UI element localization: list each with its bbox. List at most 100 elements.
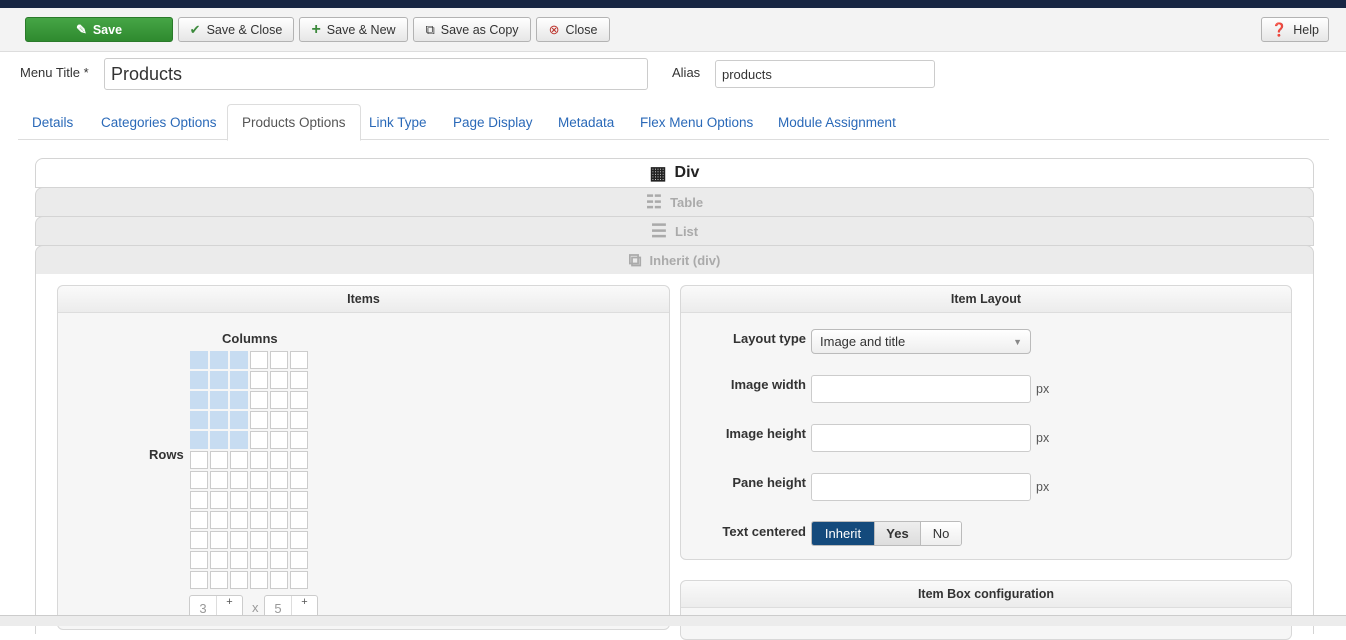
save-close-button[interactable]: ✔ Save & Close <box>178 17 294 42</box>
option-yes[interactable]: Yes <box>874 522 920 545</box>
help-button[interactable]: ❓ Help <box>1261 17 1329 42</box>
tab-details[interactable]: Details <box>18 104 87 140</box>
text-centered-toggle: Inherit Yes No <box>811 521 962 546</box>
grid-cell[interactable] <box>290 571 308 589</box>
option-inherit[interactable]: Inherit <box>812 522 874 545</box>
image-width-input[interactable] <box>811 375 1031 403</box>
layout-div-option[interactable]: ▦ Div <box>35 158 1314 188</box>
grid-cell[interactable] <box>250 511 268 529</box>
grid-cell[interactable] <box>290 371 308 389</box>
grid-cell[interactable] <box>210 491 228 509</box>
grid-cell[interactable] <box>230 451 248 469</box>
tab-module-assignment[interactable]: Module Assignment <box>764 104 910 140</box>
grid-cell[interactable] <box>230 391 248 409</box>
grid-cell[interactable] <box>290 551 308 569</box>
grid-cell[interactable] <box>250 391 268 409</box>
grid-cell[interactable] <box>210 471 228 489</box>
grid-cell[interactable] <box>270 411 288 429</box>
grid-cell[interactable] <box>270 431 288 449</box>
grid-cell[interactable] <box>210 551 228 569</box>
grid-cell[interactable] <box>210 511 228 529</box>
grid-cell[interactable] <box>230 351 248 369</box>
grid-cell[interactable] <box>230 471 248 489</box>
tab-flex-menu-options[interactable]: Flex Menu Options <box>626 104 767 140</box>
grid-cell[interactable] <box>270 371 288 389</box>
grid-cell[interactable] <box>210 351 228 369</box>
grid-cell[interactable] <box>230 431 248 449</box>
tab-metadata[interactable]: Metadata <box>544 104 628 140</box>
grid-cell[interactable] <box>190 411 208 429</box>
grid-cell[interactable] <box>250 471 268 489</box>
grid-cell[interactable] <box>210 431 228 449</box>
grid-cell[interactable] <box>250 571 268 589</box>
grid-cell[interactable] <box>270 471 288 489</box>
grid-cell[interactable] <box>230 511 248 529</box>
grid-cell[interactable] <box>210 371 228 389</box>
grid-cell[interactable] <box>250 371 268 389</box>
grid-cell[interactable] <box>270 391 288 409</box>
grid-cell[interactable] <box>270 511 288 529</box>
grid-cell[interactable] <box>190 491 208 509</box>
grid-cell[interactable] <box>230 371 248 389</box>
grid-cell[interactable] <box>270 531 288 549</box>
layout-table-option[interactable]: ☷ Table <box>35 187 1314 217</box>
grid-cell[interactable] <box>270 551 288 569</box>
grid-cell[interactable] <box>250 431 268 449</box>
grid-cell[interactable] <box>230 571 248 589</box>
grid-cell[interactable] <box>290 511 308 529</box>
layout-inherit-option[interactable]: ⧉ Inherit (div) <box>35 245 1314 275</box>
save-new-button[interactable]: + Save & New <box>299 17 408 42</box>
tab-products-options[interactable]: Products Options <box>227 104 361 141</box>
grid-cell[interactable] <box>230 531 248 549</box>
grid-cell[interactable] <box>270 451 288 469</box>
close-button[interactable]: ⊗ Close <box>536 17 610 42</box>
grid-cell[interactable] <box>270 571 288 589</box>
menu-title-input[interactable]: Products <box>104 58 648 90</box>
grid-cell[interactable] <box>190 431 208 449</box>
save-copy-button[interactable]: ⧉ Save as Copy <box>413 17 531 42</box>
layout-list-option[interactable]: ☰ List <box>35 216 1314 246</box>
alias-input[interactable]: products <box>715 60 935 88</box>
tab-categories-options[interactable]: Categories Options <box>87 104 231 140</box>
save-button[interactable]: ✎ Save <box>25 17 173 42</box>
grid-cell[interactable] <box>190 471 208 489</box>
grid-cell[interactable] <box>270 491 288 509</box>
grid-cell[interactable] <box>290 411 308 429</box>
grid-cell[interactable] <box>250 411 268 429</box>
grid-cell[interactable] <box>250 551 268 569</box>
option-no[interactable]: No <box>920 522 961 545</box>
grid-cell[interactable] <box>190 551 208 569</box>
grid-cell[interactable] <box>290 491 308 509</box>
tab-page-display[interactable]: Page Display <box>439 104 547 140</box>
grid-cell[interactable] <box>190 571 208 589</box>
grid-cell[interactable] <box>210 451 228 469</box>
grid-cell[interactable] <box>290 451 308 469</box>
grid-cell[interactable] <box>190 511 208 529</box>
grid-cell[interactable] <box>190 351 208 369</box>
grid-cell[interactable] <box>190 391 208 409</box>
grid-cell[interactable] <box>190 531 208 549</box>
grid-cell[interactable] <box>190 371 208 389</box>
grid-cell[interactable] <box>290 391 308 409</box>
grid-cell[interactable] <box>230 491 248 509</box>
tab-link-type[interactable]: Link Type <box>355 104 441 140</box>
grid-cell[interactable] <box>210 531 228 549</box>
grid-cell[interactable] <box>290 531 308 549</box>
grid-cell[interactable] <box>190 451 208 469</box>
grid-cell[interactable] <box>210 411 228 429</box>
layout-type-select[interactable]: Image and title ▼ <box>811 329 1031 354</box>
image-height-input[interactable] <box>811 424 1031 452</box>
grid-cell[interactable] <box>290 471 308 489</box>
pane-height-input[interactable] <box>811 473 1031 501</box>
grid-cell[interactable] <box>230 411 248 429</box>
grid-cell[interactable] <box>230 551 248 569</box>
grid-cell[interactable] <box>250 531 268 549</box>
grid-cell[interactable] <box>290 351 308 369</box>
grid-cell[interactable] <box>250 351 268 369</box>
grid-cell[interactable] <box>250 451 268 469</box>
grid-cell[interactable] <box>250 491 268 509</box>
grid-cell[interactable] <box>210 571 228 589</box>
grid-cell[interactable] <box>270 351 288 369</box>
grid-cell[interactable] <box>210 391 228 409</box>
grid-cell[interactable] <box>290 431 308 449</box>
